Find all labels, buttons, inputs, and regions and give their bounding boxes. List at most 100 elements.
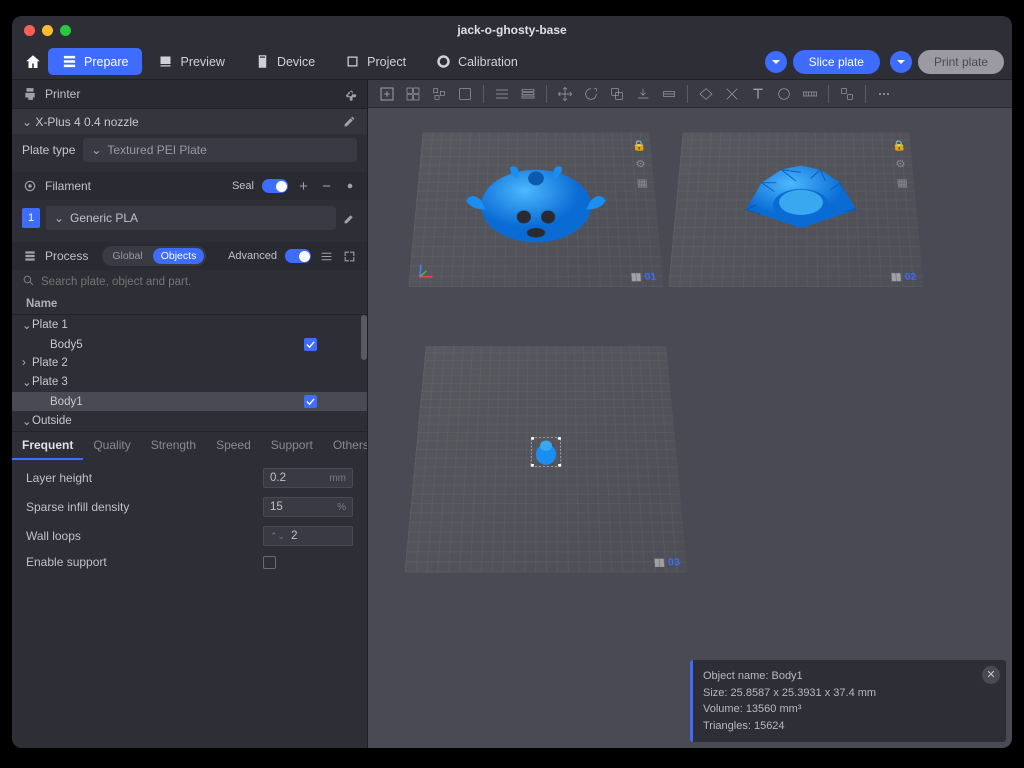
plate-type-select[interactable]: ⌄ Textured PEI Plate [83,138,357,162]
object-tree: ⌄ Plate 1Body5› Plate 2⌄ Plate 3Body1⌄ O… [12,315,367,431]
remove-filament-button[interactable]: − [319,179,334,194]
nav-project[interactable]: Project [331,48,420,75]
setting-walls: Wall loops ⌃⌄ 2 [26,526,353,546]
seal-label: Seal [232,180,254,192]
walls-input[interactable]: ⌃⌄ 2 [263,526,353,546]
tree-row[interactable]: ⌄ Plate 1 [12,315,367,335]
printer-selector[interactable]: ⌄ X-Plus 4 0.4 nozzle [12,108,367,134]
scope-objects[interactable]: Objects [153,248,205,264]
printer-settings-button[interactable] [342,87,357,102]
move-tool[interactable] [554,83,576,105]
infill-input[interactable]: 15 % [263,497,353,517]
flatten-tool[interactable] [632,83,654,105]
chevron-down-icon: ⌄ [22,115,32,129]
support-checkbox[interactable] [263,556,276,569]
assembly-tool[interactable] [836,83,858,105]
tree-label: Plate 1 [32,319,357,331]
seal-toggle[interactable] [262,179,288,193]
viewport[interactable]: 🔒 ⚙ ▦ ▮▮01 [368,80,1012,748]
nav-calibration[interactable]: Calibration [422,48,532,75]
rotate-tool[interactable] [580,83,602,105]
cut-tool[interactable] [658,83,680,105]
tab-quality[interactable]: Quality [83,432,140,460]
tree-row[interactable]: Body5 [12,335,367,354]
chevron-icon: ⌄ [22,375,32,389]
plate-lock-icon[interactable]: 🔒 [631,139,647,152]
search-input[interactable] [41,276,357,288]
plate-arrange-icon[interactable]: ▦ [894,176,911,190]
slice-plate-button[interactable]: Slice plate [793,50,880,74]
scale-tool[interactable] [606,83,628,105]
plate-view-3[interactable]: ▮▮03 [405,346,688,573]
tree-row[interactable]: ⌄ Plate 3 [12,372,367,392]
arrange-tool[interactable] [428,83,450,105]
object-info-panel: ✕ Object name: Body1 Size: 25.8587 x 25.… [690,660,1006,742]
measure-tool[interactable] [799,83,821,105]
close-info-button[interactable]: ✕ [982,666,1000,684]
tab-strength[interactable]: Strength [141,432,206,460]
split-tool[interactable] [491,83,513,105]
stepper-icon[interactable]: ⌃⌄ [270,531,285,542]
tab-speed[interactable]: Speed [206,432,261,460]
plate-view-1[interactable]: 🔒 ⚙ ▦ ▮▮01 [408,132,663,287]
nav-project-label: Project [367,55,406,69]
tab-support[interactable]: Support [261,432,323,460]
add-plate-button[interactable] [376,83,398,105]
chevron-down-icon: ⌄ [54,211,64,225]
print-plate-button[interactable]: Print plate [918,50,1004,74]
plate-settings-icon[interactable]: ⚙ [632,157,649,171]
visibility-checkbox[interactable] [304,338,317,351]
window-title: jack-o-ghosty-base [12,23,1012,37]
plate-settings-icon[interactable]: ⚙ [892,157,909,171]
chevron-icon: › [22,357,32,369]
slice-dropdown-button[interactable] [765,51,787,73]
advanced-label: Advanced [228,250,277,262]
support-paint-tool[interactable] [721,83,743,105]
tree-label: Body1 [50,396,304,408]
tree-label: Plate 2 [32,357,357,369]
filament-select[interactable]: ⌄ Generic PLA [46,206,336,230]
mesh-tool[interactable] [695,83,717,105]
grid-tool[interactable] [402,83,424,105]
tab-others[interactable]: Others [323,432,368,460]
settings-section: Layer height 0.2 mm Sparse infill densit… [12,460,367,577]
chevron-icon: ⌄ [22,318,32,332]
plate-arrange-icon[interactable]: ▦ [634,176,651,190]
tree-row[interactable]: Body1 [12,392,367,411]
plate-lock-icon[interactable]: 🔒 [891,139,907,152]
model-body1-selected[interactable] [531,437,561,467]
tree-scrollbar[interactable] [361,315,367,360]
filament-settings-button[interactable] [342,179,357,194]
orient-tool[interactable] [454,83,476,105]
tree-row[interactable]: ⌄ Outside [12,411,367,431]
tab-frequent[interactable]: Frequent [12,432,83,460]
edit-printer-button[interactable] [342,114,357,129]
plate-number: ▮▮01 [631,272,657,283]
scope-global[interactable]: Global [104,248,150,264]
plate-view-2[interactable]: 🔒 ⚙ ▦ ▮▮02 [668,132,923,287]
nav-device[interactable]: Device [241,48,329,75]
filament-index[interactable]: 1 [22,208,40,228]
more-tool[interactable] [873,83,895,105]
advanced-toggle[interactable] [285,249,311,263]
expand-button[interactable] [342,249,357,264]
list-mode-button[interactable] [319,249,334,264]
nav-preview[interactable]: Preview [144,48,238,75]
nav-prepare[interactable]: Prepare [48,48,142,75]
layers-tool[interactable] [517,83,539,105]
home-button[interactable] [20,49,46,75]
printer-icon [22,87,37,102]
nav-device-label: Device [277,55,315,69]
visibility-checkbox[interactable] [304,395,317,408]
layer-height-input[interactable]: 0.2 mm [263,468,353,488]
add-filament-button[interactable]: + [296,179,311,194]
printer-section-header: Printer [12,80,367,108]
nav-prepare-label: Prepare [84,55,128,69]
edit-filament-button[interactable] [342,211,357,226]
tree-row[interactable]: › Plate 2 [12,354,367,372]
color-paint-tool[interactable] [773,83,795,105]
print-dropdown-button[interactable] [890,51,912,73]
process-section-header: Process Global Objects Advanced [12,242,367,270]
text-tool[interactable] [747,83,769,105]
plate-number: ▮▮03 [654,557,681,568]
